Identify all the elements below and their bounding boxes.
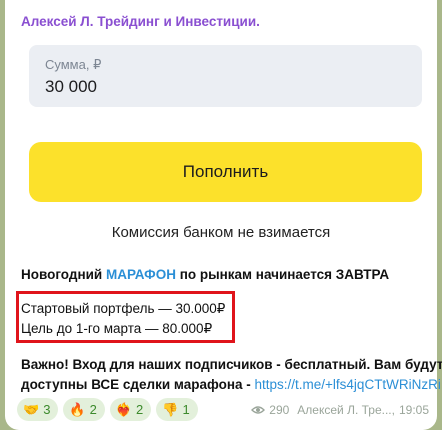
reaction-heart-on-fire[interactable]: ❤️‍🔥 2 xyxy=(109,398,152,421)
reaction-fire[interactable]: 🔥 2 xyxy=(63,398,105,421)
important-line-2: доступны ВСЕ сделки марафона - https://t… xyxy=(21,377,441,392)
announcement-text-end: по рынкам начинается ЗАВТРА xyxy=(175,267,390,282)
commission-note: Комиссия банком не взимается xyxy=(111,224,331,241)
important-line-2-text: доступны ВСЕ сделки марафона - xyxy=(21,377,255,392)
author-signature: Алексей Л. Тре..., xyxy=(297,403,395,417)
message-time: 19:05 xyxy=(398,403,429,417)
thumbs-down-emoji-icon: 👎 xyxy=(162,402,179,417)
announcement-line: Новогодний МАРАФОН по рынкам начинается … xyxy=(21,267,389,282)
eye-icon xyxy=(251,406,266,414)
reaction-count: 2 xyxy=(136,402,144,417)
reaction-count: 3 xyxy=(43,402,51,417)
message-meta: 290 Алексей Л. Тре..., 19:05 xyxy=(251,403,429,417)
important-line-1: Важно! Вход для наших подписчиков - бесп… xyxy=(21,357,442,372)
amount-value[interactable]: 30 000 xyxy=(45,77,97,97)
reaction-count: 2 xyxy=(89,402,97,417)
view-count: 290 xyxy=(269,403,290,417)
heart-on-fire-emoji-icon: ❤️‍🔥 xyxy=(115,402,133,417)
reaction-handshake[interactable]: 🤝 3 xyxy=(17,398,59,421)
reaction-thumbs-down[interactable]: 👎 1 xyxy=(156,398,198,421)
goal-line: Цель до 1-го марта — 80.000₽ xyxy=(21,321,213,336)
portfolio-line: Стартовый портфель — 30.000₽ xyxy=(21,301,226,316)
handshake-emoji-icon: 🤝 xyxy=(23,402,40,417)
fire-emoji-icon: 🔥 xyxy=(69,402,86,417)
marathon-link[interactable]: МАРАФОН xyxy=(106,267,176,282)
invite-link[interactable]: https://t.me/+lfs4jqCTtWRiNzRi xyxy=(255,377,441,392)
reaction-count: 1 xyxy=(182,402,190,417)
announcement-text-start: Новогодний xyxy=(21,267,106,282)
reactions-bar: 🤝 3 🔥 2 ❤️‍🔥 2 👎 1 xyxy=(17,398,198,421)
sender-name[interactable]: Алексей Л. Трейдинг и Инвестиции. xyxy=(21,14,260,29)
message-bubble: Алексей Л. Трейдинг и Инвестиции. Сумма,… xyxy=(5,0,442,430)
topup-button[interactable]: Пополнить xyxy=(29,142,422,202)
amount-label: Сумма, ₽ xyxy=(45,57,102,72)
amount-field[interactable]: Сумма, ₽ 30 000 xyxy=(29,45,422,107)
